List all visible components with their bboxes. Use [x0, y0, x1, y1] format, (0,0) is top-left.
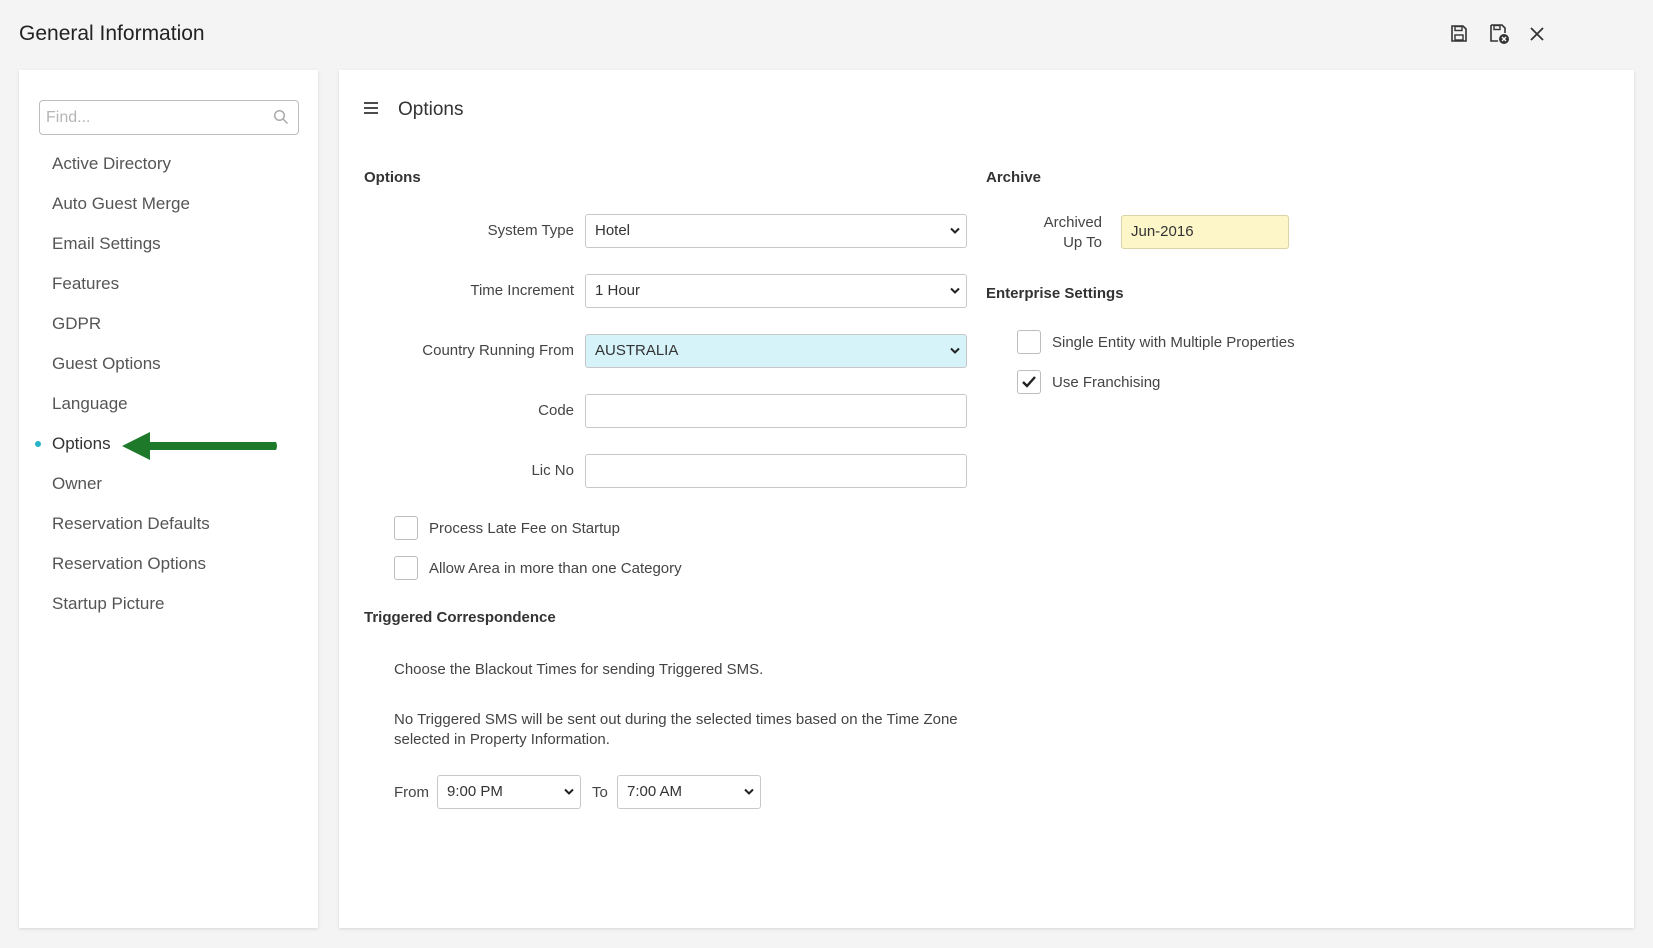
close-icon[interactable]: [1525, 22, 1549, 46]
code-label: Code: [538, 402, 574, 419]
system-type-value: Hotel: [595, 222, 631, 239]
lic-no-input[interactable]: [585, 454, 967, 488]
search-icon[interactable]: [273, 109, 289, 130]
to-time-value: 7:00 AM: [627, 783, 683, 800]
sidebar-item-auto-guest-merge[interactable]: Auto Guest Merge: [19, 184, 318, 224]
system-type-select[interactable]: Hotel: [585, 214, 967, 248]
chevron-down-icon: [950, 287, 960, 294]
sidebar-item-label: Auto Guest Merge: [52, 194, 190, 213]
blackout-note: No Triggered SMS will be sent out during…: [394, 710, 958, 750]
main-panel: Options Options System Type Hotel Time I…: [339, 70, 1634, 928]
sidebar-item-reservation-options[interactable]: Reservation Options: [19, 544, 318, 584]
sidebar-item-label: Active Directory: [52, 154, 172, 173]
time-increment-label: Time Increment: [470, 282, 574, 299]
use-franchising-label: Use Franchising: [1052, 374, 1161, 391]
sidebar-item-label: Features: [52, 274, 120, 293]
hamburger-menu-icon[interactable]: [363, 101, 379, 120]
save-icon[interactable]: [1447, 22, 1471, 46]
blackout-note-line1: No Triggered SMS will be sent out during…: [394, 711, 958, 728]
sidebar-item-label: Guest Options: [52, 354, 161, 373]
archive-heading: Archive: [986, 169, 1042, 186]
time-increment-select[interactable]: 1 Hour: [585, 274, 967, 308]
system-type-label: System Type: [487, 222, 574, 239]
to-time-select[interactable]: 7:00 AM: [617, 775, 761, 809]
late-fee-checkbox[interactable]: [394, 516, 418, 540]
sidebar-item-gdpr[interactable]: GDPR: [19, 304, 318, 344]
lic-no-label: Lic No: [531, 462, 574, 479]
archived-label-line1: Archived: [1043, 214, 1102, 231]
sidebar-item-reservation-defaults[interactable]: Reservation Defaults: [19, 504, 318, 544]
active-indicator: [35, 441, 41, 447]
chevron-down-icon: [744, 788, 754, 795]
country-select[interactable]: AUSTRALIA: [585, 334, 967, 368]
sidebar-item-label: GDPR: [52, 314, 102, 333]
sidebar-nav: Active Directory Auto Guest Merge Email …: [19, 144, 318, 624]
single-entity-checkbox[interactable]: [1017, 330, 1041, 354]
time-increment-value: 1 Hour: [595, 282, 641, 299]
use-franchising-checkbox[interactable]: [1017, 370, 1041, 394]
sidebar-item-language[interactable]: Language: [19, 384, 318, 424]
blackout-note-line2: selected in Property Information.: [394, 731, 610, 748]
from-label: From: [394, 784, 429, 801]
archived-up-to-label: Archived Up To: [999, 213, 1102, 253]
late-fee-label: Process Late Fee on Startup: [429, 520, 620, 537]
annotation-arrow-icon: [122, 432, 277, 460]
enterprise-settings-heading: Enterprise Settings: [986, 285, 1124, 302]
code-input[interactable]: [585, 394, 967, 428]
sidebar-item-features[interactable]: Features: [19, 264, 318, 304]
triggered-correspondence-heading: Triggered Correspondence: [364, 609, 556, 626]
blackout-instructions: Choose the Blackout Times for sending Tr…: [394, 661, 764, 678]
options-heading: Options: [364, 169, 421, 186]
from-time-select[interactable]: 9:00 PM: [437, 775, 581, 809]
save-close-icon[interactable]: [1487, 22, 1511, 46]
window-title: General Information: [19, 22, 205, 45]
page-title: Options: [398, 99, 464, 120]
from-time-value: 9:00 PM: [447, 783, 503, 800]
archived-up-to-input[interactable]: Jun-2016: [1121, 215, 1289, 249]
search-input[interactable]: [40, 101, 255, 134]
sidebar-item-label: Startup Picture: [52, 594, 165, 613]
sidebar-item-label: Owner: [52, 474, 103, 493]
sidebar-item-label: Options: [52, 434, 111, 453]
chevron-down-icon: [950, 347, 960, 354]
sidebar-item-label: Reservation Defaults: [52, 514, 210, 533]
country-label: Country Running From: [422, 342, 574, 359]
sidebar-item-label: Reservation Options: [52, 554, 207, 573]
to-label: To: [592, 784, 608, 801]
sidebar-item-label: Email Settings: [52, 234, 161, 253]
sidebar-item-startup-picture[interactable]: Startup Picture: [19, 584, 318, 624]
chevron-down-icon: [564, 788, 574, 795]
search-box: [39, 100, 299, 135]
single-entity-label: Single Entity with Multiple Properties: [1052, 334, 1295, 351]
chevron-down-icon: [950, 227, 960, 234]
country-value: AUSTRALIA: [595, 342, 679, 359]
allow-area-checkbox[interactable]: [394, 556, 418, 580]
checkmark-icon: [1022, 376, 1036, 388]
allow-area-label: Allow Area in more than one Category: [429, 560, 682, 577]
archived-label-line2: Up To: [1063, 234, 1102, 251]
sidebar-item-label: Language: [52, 394, 128, 413]
sidebar-item-guest-options[interactable]: Guest Options: [19, 344, 318, 384]
sidebar-item-active-directory[interactable]: Active Directory: [19, 144, 318, 184]
sidebar-item-email-settings[interactable]: Email Settings: [19, 224, 318, 264]
sidebar-item-owner[interactable]: Owner: [19, 464, 318, 504]
sidebar: Active Directory Auto Guest Merge Email …: [19, 70, 318, 928]
